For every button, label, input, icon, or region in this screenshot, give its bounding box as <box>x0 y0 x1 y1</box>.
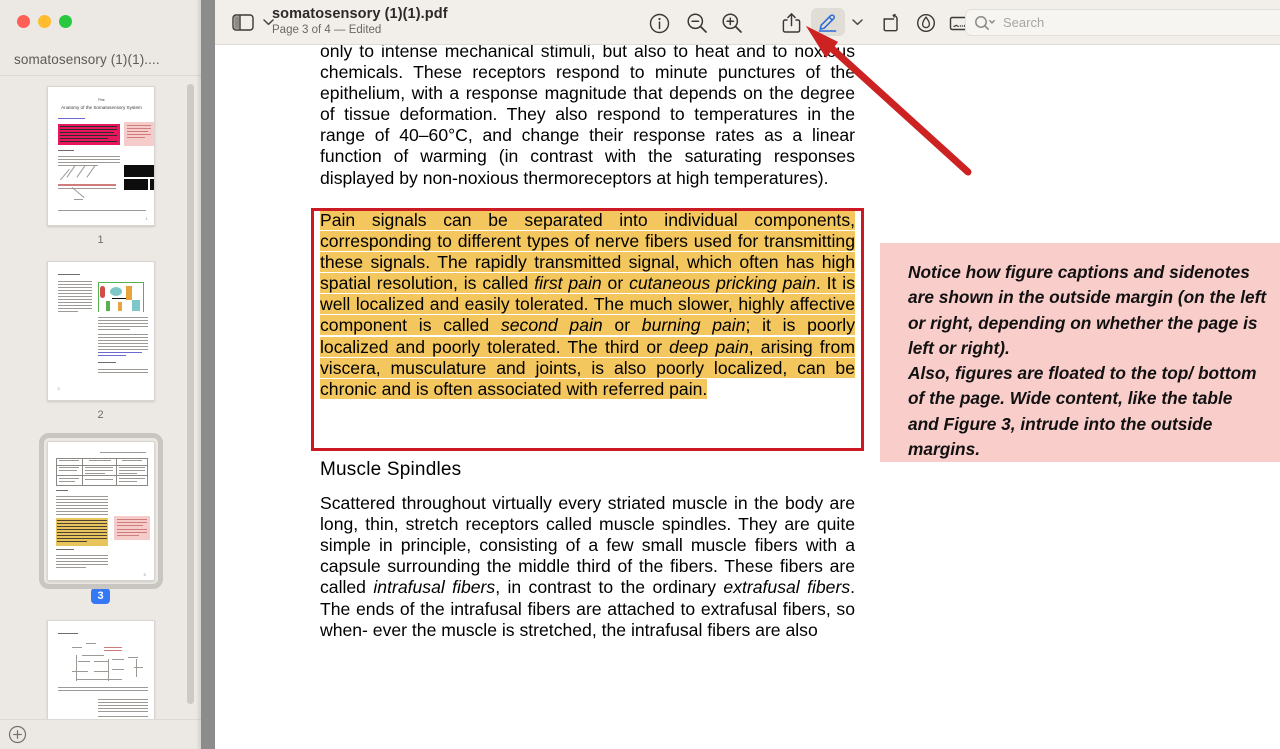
thumbnail-image-3: 3 <box>38 433 163 589</box>
maximize-window-button[interactable] <box>59 15 72 28</box>
thumbnail-page-label-1: 1 <box>97 234 104 246</box>
minimize-window-button[interactable] <box>38 15 51 28</box>
toolbar: somatosensory (1)(1).pdf Page 3 of 4 — E… <box>215 0 1280 45</box>
thumbnail-image-2: 2 <box>46 261 155 401</box>
section-heading-muscle-spindles: Muscle Spindles <box>320 459 462 480</box>
document-text-column: only to intense mechanical stimuli, but … <box>320 45 855 189</box>
document-title: somatosensory (1)(1).pdf <box>272 6 448 22</box>
sidebar-icon[interactable] <box>225 9 261 35</box>
emphasis-intrafusal-fibers: intrafusal fibers <box>373 577 496 598</box>
annotate-icon[interactable] <box>912 9 940 37</box>
zoom-in-icon[interactable] <box>718 9 746 37</box>
sidebar-scrollbar[interactable] <box>187 84 194 704</box>
document-page-status: Page 3 of 4 — Edited <box>272 24 382 36</box>
sidebar-document-title: somatosensory (1)(1).... <box>14 52 160 67</box>
thumbnail-page-label-3: 3 <box>91 588 110 604</box>
search-placeholder: Search <box>1003 15 1045 30</box>
share-icon[interactable] <box>777 9 805 37</box>
thumbnail-image-1: Fine Anatomy of the Somatosensory System <box>46 86 155 226</box>
thumbnail-image-4 <box>46 620 155 721</box>
plus-circle-icon[interactable] <box>8 725 27 744</box>
thumbnail-sidebar: somatosensory (1)(1).... Fine Anatomy of… <box>0 0 201 749</box>
zoom-out-icon[interactable] <box>683 9 711 37</box>
thumbnail-page-3[interactable]: 3 3 <box>0 433 201 604</box>
thumbnail-list[interactable]: Fine Anatomy of the Somatosensory System <box>0 76 201 721</box>
info-icon[interactable] <box>645 9 673 37</box>
emphasis-extrafusal-fibers: extrafusal fibers <box>723 577 851 598</box>
pdf-page-view[interactable]: only to intense mechanical stimuli, but … <box>215 45 1280 749</box>
chevron-down-icon[interactable] <box>848 11 866 33</box>
thumbnail-page-4[interactable]: 4 <box>0 620 201 721</box>
thumbnail-page-1[interactable]: Fine Anatomy of the Somatosensory System <box>0 86 201 249</box>
sidenote-paragraph-2: Also, figures are floated to the top/ bo… <box>908 363 1257 460</box>
markup-pen-icon[interactable] <box>811 8 845 36</box>
thumbnail-page-2[interactable]: 2 2 <box>0 261 201 424</box>
sidenote-box: Notice how figure captions and sidenotes… <box>880 243 1280 462</box>
red-rectangle-annotation[interactable] <box>311 208 864 451</box>
thumbnail-page-label-2: 2 <box>97 409 104 421</box>
paragraph-muscle-spindles: Scattered throughout virtually every str… <box>320 493 855 641</box>
rotate-icon[interactable] <box>877 9 905 37</box>
search-icon[interactable] <box>974 15 997 30</box>
pdf-page-3: only to intense mechanical stimuli, but … <box>215 45 1280 749</box>
window-controls <box>17 15 72 28</box>
pdf-preview-window: somatosensory (1)(1).... Fine Anatomy of… <box>0 0 1280 749</box>
para-seg-2: , in contrast to the ordinary <box>495 577 724 598</box>
paragraph-nociceptors: only to intense mechanical stimuli, but … <box>320 45 855 188</box>
muscle-spindles-section: Muscle Spindles Scattered throughout vir… <box>320 459 855 641</box>
sidebar-footer <box>0 719 201 749</box>
close-window-button[interactable] <box>17 15 30 28</box>
search-input[interactable]: Search <box>965 9 1280 36</box>
sidenote-paragraph-1: Notice how figure captions and sidenotes… <box>908 262 1267 358</box>
window-divider <box>201 0 215 749</box>
